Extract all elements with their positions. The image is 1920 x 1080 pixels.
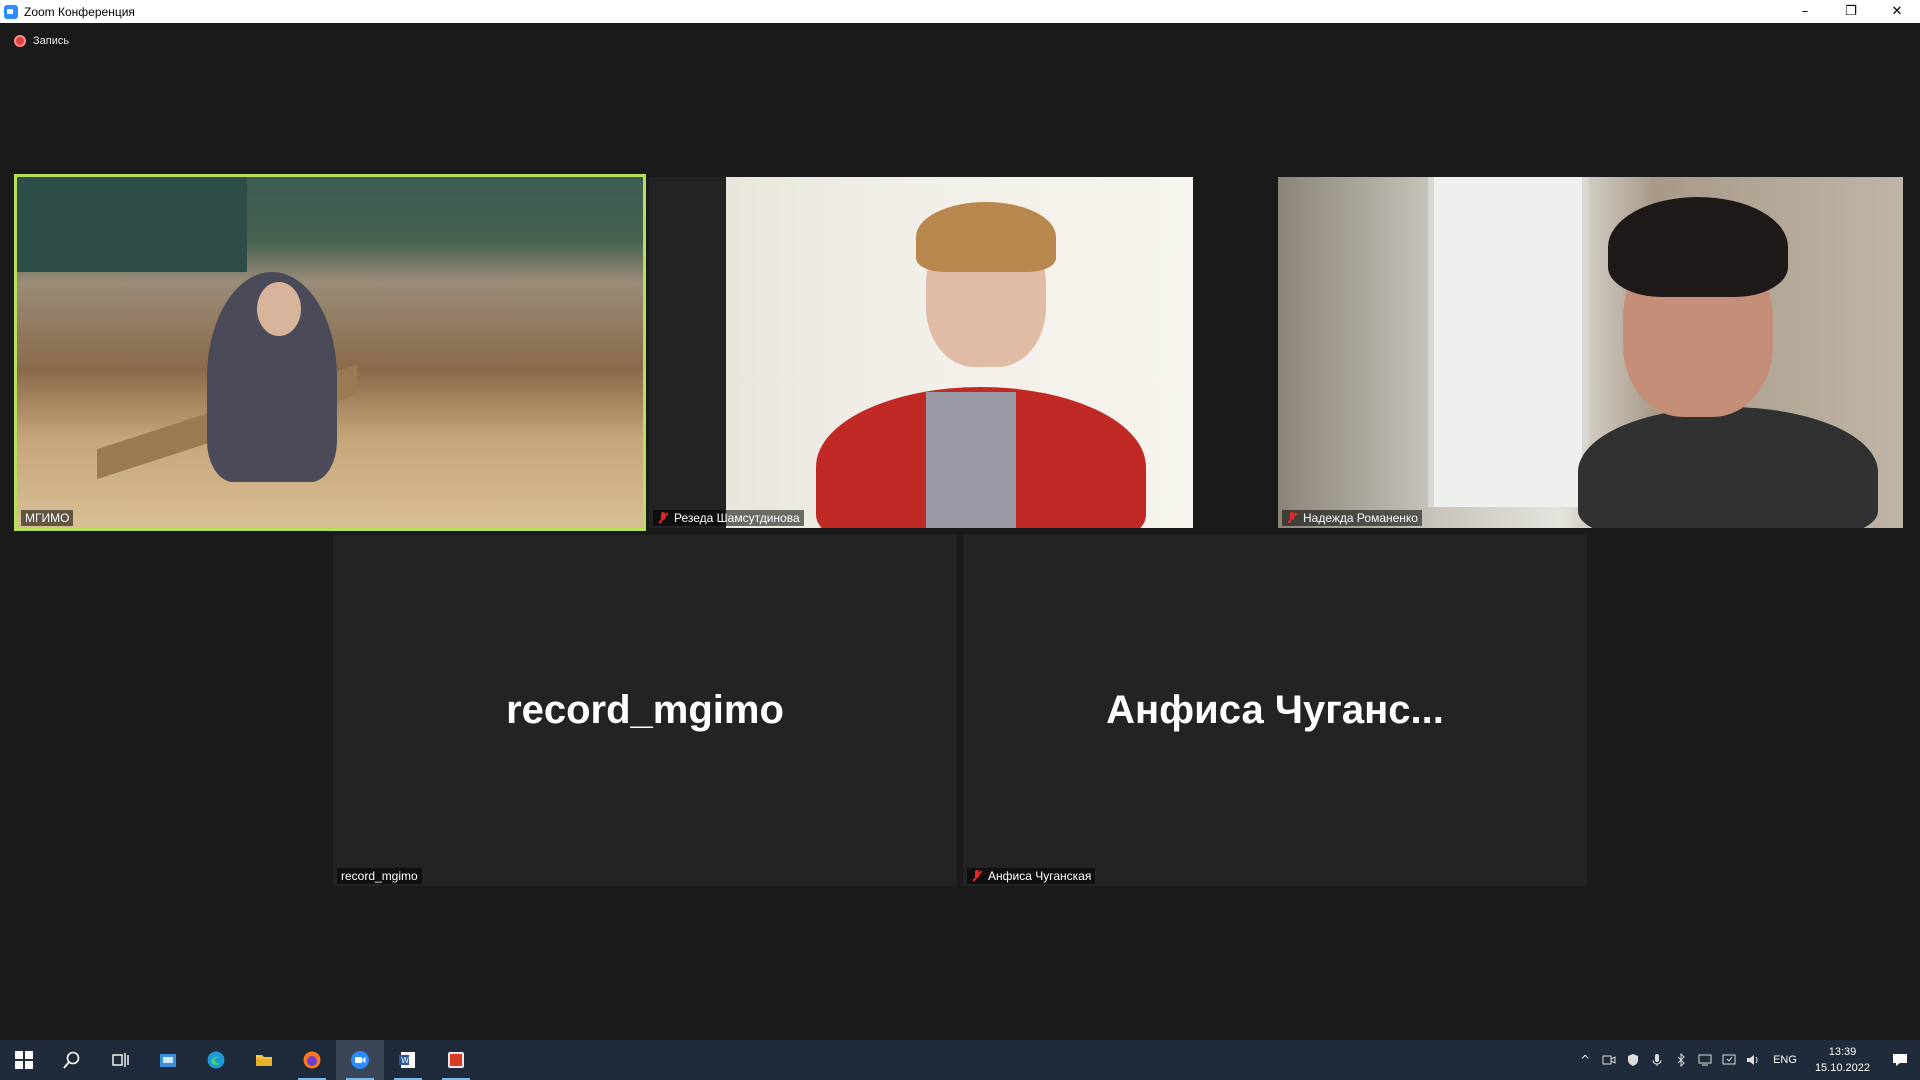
participant-face	[257, 282, 301, 336]
video-feed	[726, 177, 1193, 528]
participant-name-label: Надежда Романенко	[1282, 510, 1422, 526]
minimize-button[interactable]: –	[1782, 0, 1828, 23]
windows-logo-icon	[15, 1051, 33, 1069]
participant-name-label: МГИМО	[21, 510, 74, 526]
taskbar-clock[interactable]: 13:39 15.10.2022	[1805, 1044, 1880, 1076]
windows-taskbar: W ^ ENG 13:39 15.10.2022	[0, 1040, 1920, 1080]
window-frame-region	[1428, 177, 1588, 507]
search-icon	[63, 1051, 80, 1069]
tray-overflow-chevron[interactable]: ^	[1573, 1040, 1597, 1080]
taskbar-app-file-explorer[interactable]	[240, 1040, 288, 1080]
participant-display-name: record_mgimo	[506, 688, 784, 732]
window-titlebar: Zoom Конференция – ❐ ✕	[0, 0, 1920, 23]
taskbar-app-store[interactable]	[144, 1040, 192, 1080]
recording-indicator[interactable]: Запись	[14, 35, 69, 47]
svg-text:W: W	[401, 1056, 409, 1065]
security-icon[interactable]	[1621, 1040, 1645, 1080]
microphone-icon[interactable]	[1645, 1040, 1669, 1080]
start-button[interactable]	[0, 1040, 48, 1080]
video-tile-mgimo[interactable]: МГИМО	[14, 174, 646, 531]
search-button[interactable]	[48, 1040, 96, 1080]
window-controls: – ❐ ✕	[1782, 0, 1920, 23]
participant-name-label: Резеда Шамсутдинова	[653, 510, 804, 526]
mic-muted-icon	[657, 512, 669, 524]
recording-icon	[14, 35, 26, 47]
mic-muted-icon	[1286, 512, 1298, 524]
network-icon[interactable]	[1693, 1040, 1717, 1080]
restore-button[interactable]: ❐	[1828, 0, 1874, 23]
participant-hair	[916, 202, 1056, 272]
participant-name-label: record_mgimo	[337, 868, 422, 884]
store-icon	[160, 1054, 176, 1067]
video-tile-rezeda[interactable]: Резеда Шамсутдинова	[649, 177, 1193, 528]
meeting-area: Запись МГИМО Резеда Шамсутдинова Надежда…	[0, 23, 1920, 1040]
taskbar-app-zoom[interactable]	[336, 1040, 384, 1080]
clock-date: 15.10.2022	[1814, 1062, 1870, 1074]
participant-hair	[1608, 197, 1788, 297]
word-icon: W	[399, 1052, 415, 1068]
taskbar-app-firefox[interactable]	[288, 1040, 336, 1080]
action-center-button[interactable]	[1880, 1040, 1920, 1080]
video-tile-record-mgimo[interactable]: record_mgimo record_mgimo	[333, 535, 957, 886]
zoom-icon	[351, 1051, 369, 1069]
participant-name-label: Анфиса Чуганская	[967, 868, 1096, 884]
participant-display-name: Анфиса Чуганс...	[1106, 688, 1444, 732]
chalkboard-region	[17, 177, 247, 272]
video-tile-nadezhda[interactable]: Надежда Романенко	[1278, 177, 1903, 528]
acrobat-icon	[448, 1052, 464, 1068]
clock-time: 13:39	[1828, 1046, 1857, 1058]
recording-label: Запись	[33, 35, 70, 47]
meet-now-icon[interactable]	[1597, 1040, 1621, 1080]
task-view-button[interactable]	[96, 1040, 144, 1080]
system-tray: ^ ENG 13:39 15.10.2022	[1573, 1040, 1920, 1080]
folder-icon	[256, 1055, 272, 1066]
firefox-icon	[303, 1051, 321, 1069]
video-tile-anfisa[interactable]: Анфиса Чуганс... Анфиса Чуганская	[963, 535, 1587, 886]
input-language-indicator[interactable]: ENG	[1765, 1054, 1805, 1066]
edge-icon	[207, 1051, 225, 1069]
mic-muted-icon	[971, 870, 983, 882]
taskbar-app-word[interactable]: W	[384, 1040, 432, 1080]
participant-top	[1578, 407, 1878, 528]
taskbar-app-acrobat[interactable]	[432, 1040, 480, 1080]
zoom-app-icon	[4, 4, 18, 19]
task-view-icon	[112, 1053, 129, 1067]
taskbar-app-edge[interactable]	[192, 1040, 240, 1080]
display-icon[interactable]	[1717, 1040, 1741, 1080]
window-title: Zoom Конференция	[24, 4, 135, 19]
participant-shirt	[926, 392, 1016, 528]
bluetooth-icon[interactable]	[1669, 1040, 1693, 1080]
volume-icon[interactable]	[1741, 1040, 1765, 1080]
notification-icon	[1893, 1054, 1907, 1066]
close-button[interactable]: ✕	[1874, 0, 1920, 23]
